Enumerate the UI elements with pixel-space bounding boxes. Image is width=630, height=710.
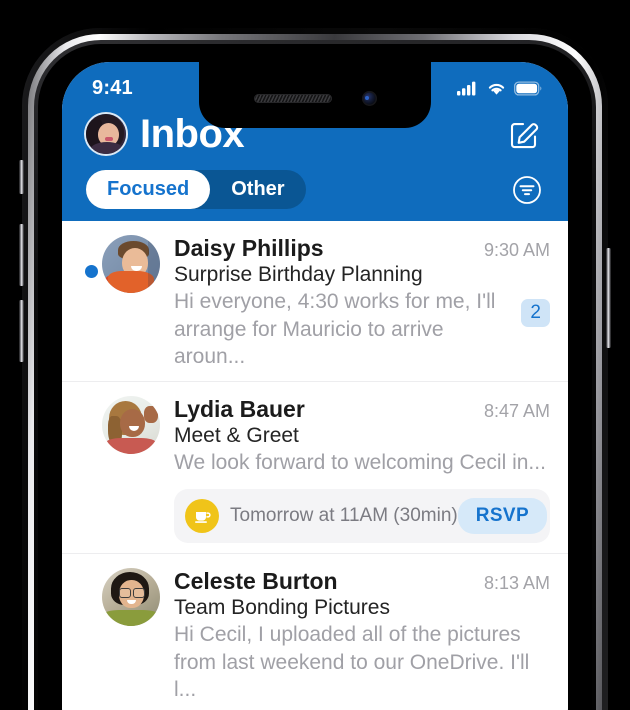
avatar-lydia-bauer[interactable] bbox=[102, 396, 160, 455]
event-invite-chip[interactable]: Tomorrow at 11AM (30min) RSVP bbox=[174, 488, 550, 543]
unread-indicator-column bbox=[80, 568, 102, 704]
filter-button[interactable] bbox=[512, 175, 542, 205]
avatar-daisy-phillips[interactable] bbox=[102, 235, 160, 293]
message-list-item[interactable]: Celeste Burton 8:13 AM Team Bonding Pict… bbox=[62, 552, 568, 710]
message-header: Celeste Burton 8:13 AM bbox=[174, 568, 550, 595]
avatar-celeste-burton[interactable] bbox=[102, 567, 160, 626]
message-list-item[interactable]: Lydia Bauer 8:47 AM Meet & Greet We look… bbox=[62, 381, 568, 553]
message-header: Lydia Bauer 8:47 AM bbox=[174, 396, 550, 423]
message-time: 8:13 AM bbox=[483, 572, 550, 593]
message-preview: We look forward to welcoming Cecil in... bbox=[174, 451, 546, 475]
power-button[interactable] bbox=[606, 248, 611, 348]
message-subject: Meet & Greet bbox=[174, 424, 299, 448]
avatar-photo bbox=[102, 396, 160, 455]
unread-indicator-column bbox=[80, 396, 102, 543]
thread-count-badge: 2 bbox=[521, 299, 550, 327]
coffee-cup-icon bbox=[185, 498, 219, 533]
volume-down-button[interactable] bbox=[19, 300, 24, 362]
account-avatar[interactable] bbox=[86, 114, 126, 154]
message-sender: Lydia Bauer bbox=[174, 396, 305, 423]
filter-icon bbox=[513, 175, 541, 204]
message-preview-row: Hi everyone, 4:30 works for me, I'll arr… bbox=[174, 287, 550, 371]
message-content: Daisy Phillips 9:30 AM Surprise Birthday… bbox=[174, 235, 550, 371]
compose-icon bbox=[510, 123, 539, 149]
message-preview-row: We look forward to welcoming Cecil in... bbox=[174, 448, 550, 477]
compose-button[interactable] bbox=[504, 114, 544, 154]
status-bar-icons bbox=[457, 80, 542, 96]
focused-other-switch: Focused Other bbox=[86, 170, 306, 209]
unread-dot-icon bbox=[84, 265, 98, 278]
device-notch bbox=[199, 62, 431, 128]
message-preview: Hi everyone, 4:30 works for me, I'll arr… bbox=[174, 290, 496, 369]
tab-other[interactable]: Other bbox=[210, 170, 305, 209]
tab-focused[interactable]: Focused bbox=[86, 170, 211, 209]
wifi-icon bbox=[488, 83, 505, 95]
message-list-item[interactable]: Daisy Phillips 9:30 AM Surprise Birthday… bbox=[62, 221, 568, 381]
message-preview-row: Hi Cecil, I uploaded all of the pictures… bbox=[174, 620, 550, 704]
coffee-cup-glyph bbox=[194, 512, 211, 524]
avatar-photo bbox=[102, 235, 160, 293]
message-preview: Hi Cecil, I uploaded all of the pictures… bbox=[174, 622, 530, 702]
message-header: Daisy Phillips 9:30 AM bbox=[174, 235, 550, 262]
event-time-label: Tomorrow at 11AM (30min) bbox=[230, 504, 458, 526]
unread-indicator-column bbox=[80, 235, 102, 371]
battery-icon bbox=[514, 80, 542, 96]
account-avatar-photo bbox=[86, 114, 126, 154]
message-sender: Celeste Burton bbox=[174, 567, 338, 594]
rsvp-button[interactable]: RSVP bbox=[457, 497, 548, 534]
front-camera-icon bbox=[361, 90, 377, 106]
message-subject: Team Bonding Pictures bbox=[174, 595, 390, 619]
message-content: Celeste Burton 8:13 AM Team Bonding Pict… bbox=[174, 568, 550, 704]
mute-switch-button[interactable] bbox=[19, 160, 24, 194]
phone-screen: 9:41 Inbox Focused Other Daisy Phillips … bbox=[62, 62, 568, 710]
message-subject: Surprise Birthday Planning bbox=[174, 263, 423, 286]
screenshot-stage: 9:41 Inbox Focused Other Daisy Phillips … bbox=[0, 0, 630, 710]
message-time: 9:30 AM bbox=[483, 240, 550, 260]
message-sender: Daisy Phillips bbox=[174, 235, 324, 261]
status-bar-clock: 9:41 bbox=[92, 76, 133, 99]
message-content: Lydia Bauer 8:47 AM Meet & Greet We look… bbox=[174, 396, 550, 543]
earpiece-speaker-icon bbox=[253, 93, 332, 103]
phone-device-frame: 9:41 Inbox Focused Other Daisy Phillips … bbox=[19, 28, 611, 710]
cellular-signal-icon bbox=[457, 81, 476, 95]
message-list: Daisy Phillips 9:30 AM Surprise Birthday… bbox=[62, 221, 568, 710]
avatar-photo bbox=[102, 568, 160, 626]
message-time: 8:47 AM bbox=[483, 401, 550, 422]
pivot-bar: Focused Other bbox=[62, 154, 568, 209]
volume-up-button[interactable] bbox=[19, 224, 24, 286]
